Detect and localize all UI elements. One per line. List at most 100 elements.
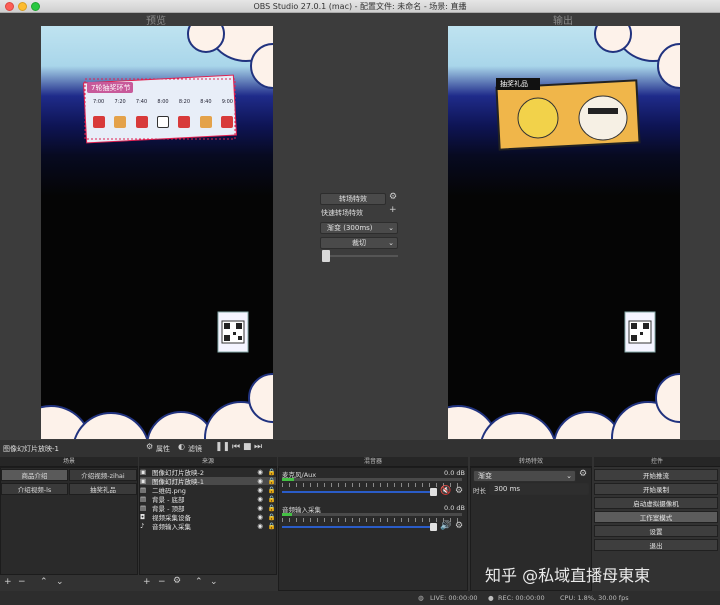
filter-icon[interactable]: ◐ xyxy=(178,442,185,451)
slideshow-icon: ▣ xyxy=(140,468,147,476)
source-row[interactable]: ▤ 背景 - 底部 ◉ 🔒 xyxy=(140,495,276,504)
rec-timer: REC: 00:00:00 xyxy=(498,594,545,602)
gear-icon[interactable]: ⚙ xyxy=(173,576,181,586)
eye-icon[interactable]: ◉ xyxy=(257,504,263,512)
program-display: 抽奖礼品 xyxy=(448,26,680,439)
duration-input[interactable]: 300 ms xyxy=(489,483,589,495)
chevron-down-icon: ⌄ xyxy=(388,224,394,232)
microphone-icon: ♪ xyxy=(140,522,145,530)
move-up-icon[interactable]: ⌃ xyxy=(40,577,48,587)
speaker-muted-icon[interactable]: 🔇 xyxy=(440,486,451,496)
lock-icon[interactable]: 🔒 xyxy=(268,504,276,512)
volume-meter-level xyxy=(282,513,292,516)
cut-transition-select[interactable]: 裁切 ⌄ xyxy=(320,237,398,249)
eye-icon[interactable]: ◉ xyxy=(257,477,263,485)
gear-icon[interactable]: ⚙ xyxy=(455,521,463,531)
volume-slider-handle[interactable] xyxy=(430,488,437,496)
transition-type-select[interactable]: 渐变 ⌄ xyxy=(473,470,576,482)
gear-icon[interactable]: ⚙ xyxy=(455,486,463,496)
live-timer: LIVE: 00:00:00 xyxy=(430,594,478,602)
lock-icon[interactable]: 🔒 xyxy=(268,468,276,476)
scene-item[interactable]: 介绍视频-zihai xyxy=(69,469,137,481)
eye-icon[interactable]: ◉ xyxy=(257,495,263,503)
red-envelope-icon xyxy=(178,116,191,128)
lock-icon[interactable]: 🔒 xyxy=(268,513,276,521)
settings-button[interactable]: 设置 xyxy=(594,525,718,537)
source-row[interactable]: ▤ 背景 - 顶部 ◉ 🔒 xyxy=(140,504,276,513)
source-row[interactable]: ▣ 图像幻灯片放映-2 ◉ 🔒 xyxy=(140,468,276,477)
transitions-dock-title: 转场特效 xyxy=(470,457,592,467)
eye-icon[interactable]: ◉ xyxy=(257,468,263,476)
stop-icon[interactable]: ■ xyxy=(243,442,252,452)
volume-meter xyxy=(282,513,462,516)
virtual-camera-button[interactable]: 启动虚拟摄像机 xyxy=(594,497,718,509)
move-up-icon[interactable]: ⌃ xyxy=(195,577,203,587)
mixer-dock-title: 混音器 xyxy=(278,457,468,467)
lock-icon[interactable]: 🔒 xyxy=(268,495,276,503)
lock-icon[interactable]: 🔒 xyxy=(268,477,276,485)
t-bar-track[interactable] xyxy=(330,255,398,257)
source-row[interactable]: ◘ 视频采集设备 ◉ 🔒 xyxy=(140,513,276,522)
volume-slider-handle[interactable] xyxy=(430,523,437,531)
eye-icon[interactable]: ◉ xyxy=(257,486,263,494)
lock-icon[interactable]: 🔒 xyxy=(268,522,276,530)
mixer-channel-db: 0.0 dB xyxy=(444,504,465,512)
add-source-icon[interactable]: + xyxy=(143,577,151,587)
t-bar-handle[interactable] xyxy=(322,250,330,262)
fade-transition-select[interactable]: 渐变 (300ms) ⌄ xyxy=(320,222,398,234)
properties-button[interactable]: 属性 xyxy=(156,444,170,454)
source-row[interactable]: ▣ 图像幻灯片放映-1 ◉ 🔒 xyxy=(140,477,276,486)
image-icon: ▤ xyxy=(140,495,147,503)
preview-decoration xyxy=(41,26,273,439)
eye-icon[interactable]: ◉ xyxy=(257,513,263,521)
move-down-icon[interactable]: ⌄ xyxy=(210,577,218,587)
live-icon: ◍ xyxy=(418,594,424,602)
lottery-times: 7:00 7:20 7:40 8:00 8:20 8:40 9:00 xyxy=(93,99,233,105)
quick-transitions-label: 快速转场特效 xyxy=(321,209,363,217)
preview-display[interactable]: 7轮抽奖环节 7:00 7:20 7:40 8:00 8:20 8:40 9:0… xyxy=(41,26,273,439)
image-icon: ▤ xyxy=(140,504,147,512)
prize-icons xyxy=(93,116,233,128)
start-streaming-button[interactable]: 开始推流 xyxy=(594,469,718,481)
red-envelope-icon xyxy=(135,116,148,128)
add-scene-icon[interactable]: + xyxy=(4,577,12,587)
scene-item[interactable]: 抽奖礼品 xyxy=(69,483,137,495)
lock-icon[interactable]: 🔒 xyxy=(268,486,276,494)
gear-icon[interactable]: ⚙ xyxy=(579,469,587,479)
move-down-icon[interactable]: ⌄ xyxy=(56,577,64,587)
source-row[interactable]: ▤ 二维码.png ◉ 🔒 xyxy=(140,486,276,495)
previous-icon[interactable]: ⏮ xyxy=(232,442,240,452)
chevron-down-icon: ⌄ xyxy=(566,472,572,480)
exit-button[interactable]: 退出 xyxy=(594,539,718,551)
pause-icon[interactable]: ❚❚ xyxy=(215,442,230,452)
watermark-text: 知乎 @私域直播母東東 xyxy=(485,566,651,585)
volume-slider[interactable] xyxy=(282,526,432,528)
program-label: 输出 xyxy=(553,16,573,27)
next-icon[interactable]: ⏭ xyxy=(254,442,262,452)
gear-icon[interactable]: ⚙ xyxy=(146,442,153,451)
source-row[interactable]: ♪ 音频输入采集 ◉ 🔒 xyxy=(140,522,276,531)
mixer-channel-db: 0.0 dB xyxy=(444,469,465,477)
transition-button[interactable]: 转场特效 xyxy=(320,193,386,205)
eye-icon[interactable]: ◉ xyxy=(257,522,263,530)
remove-scene-icon[interactable]: − xyxy=(18,577,26,587)
volume-slider[interactable] xyxy=(282,491,432,493)
sources-dock-title: 来源 xyxy=(139,457,277,467)
add-icon[interactable]: + xyxy=(389,205,397,215)
studio-mode-button[interactable]: 工作室模式 xyxy=(594,511,718,523)
filters-button[interactable]: 滤镜 xyxy=(188,444,202,454)
gear-icon[interactable]: ⚙ xyxy=(389,192,397,202)
volume-meter xyxy=(282,478,462,481)
cpu-fps: CPU: 1.8%, 30.00 fps xyxy=(560,594,629,602)
current-source-name: 图像幻灯片放映-1 xyxy=(3,445,59,453)
title-bar: OBS Studio 27.0.1 (mac) - 配置文件: 未命名 - 场景… xyxy=(0,0,720,13)
start-recording-button[interactable]: 开始录制 xyxy=(594,483,718,495)
program-decoration xyxy=(448,26,680,439)
scene-item[interactable]: 商品介绍 xyxy=(1,469,68,481)
prize-card-title: 抽奖礼品 xyxy=(500,80,528,88)
obs-window: OBS Studio 27.0.1 (mac) - 配置文件: 未命名 - 场景… xyxy=(0,0,720,605)
scene-item[interactable]: 介绍视频-ls xyxy=(1,483,68,495)
speaker-icon[interactable]: 🔊 xyxy=(440,521,451,531)
remove-source-icon[interactable]: − xyxy=(158,577,166,587)
controls-dock-title: 控件 xyxy=(594,457,720,467)
